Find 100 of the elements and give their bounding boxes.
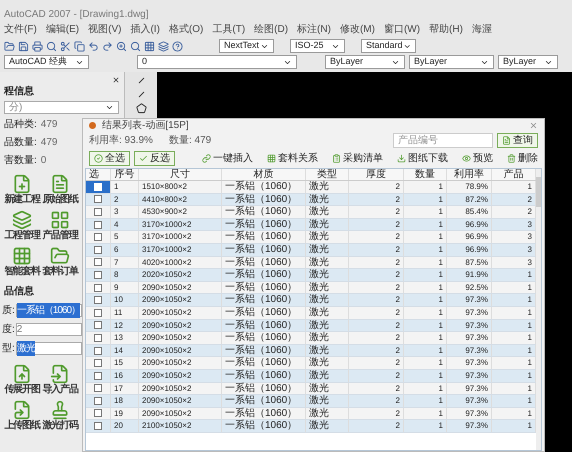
layer-dropdown[interactable]: 0 (137, 55, 297, 69)
table-cell: 激光 (306, 256, 349, 268)
table-cell: 78.9% (447, 181, 492, 193)
tool-button[interactable]: 传展开图 (2, 364, 42, 396)
table-cell: 1 (404, 194, 447, 206)
table-row[interactable]: 5 3170×1000×2 一系铝（1060） 激光 2 1 96.9% 3 (86, 231, 536, 244)
table-cell: 一系铝（1060） (222, 294, 306, 306)
menu-item[interactable]: 视图(V) (88, 22, 122, 36)
table-style-dropdown[interactable]: Standard (361, 39, 416, 53)
table-row[interactable]: 11 2090×1050×2 一系铝（1060） 激光 2 1 97.3% 1 (86, 306, 536, 320)
toolbar-button[interactable]: 预览 (462, 150, 493, 166)
column-header[interactable]: 数量 (404, 169, 447, 180)
menu-item[interactable]: 编辑(E) (46, 22, 80, 36)
table-row[interactable]: 20 2100×1050×2 一系铝（1060） 激光 2 1 97.3% 1 (86, 420, 536, 433)
menu-item[interactable]: 绘图(D) (254, 22, 288, 36)
input-field[interactable]: 激光 (16, 342, 82, 355)
table-cell: 激光 (306, 244, 349, 256)
tool-button[interactable]: 产品管理 (40, 210, 80, 242)
table-cell: 一系铝（1060） (222, 244, 306, 256)
table-cell: 激光 (306, 395, 349, 407)
toolbar-button[interactable]: 图纸下载 (397, 150, 448, 166)
table-row[interactable]: 16 2090×1050×2 一系铝（1060） 激光 2 1 97.3% 1 (86, 370, 536, 382)
stat-label: 品数量: (4, 136, 37, 150)
color-dropdown[interactable]: ByLayer (325, 55, 405, 69)
column-header[interactable]: 尺寸 (139, 169, 222, 180)
menu-item[interactable]: 格式(O) (168, 22, 204, 36)
table-cell: 3 (111, 206, 139, 218)
toolbar-button[interactable]: 采购清单 (332, 150, 383, 166)
toolbar-button[interactable]: 一键插入 (202, 150, 253, 166)
table-row[interactable]: 7 4020×1000×2 一系铝（1060） 激光 2 1 87.5% 3 (86, 256, 536, 270)
column-header[interactable]: 材质 (222, 169, 306, 180)
menu-item[interactable]: 修改(M) (340, 22, 375, 36)
table-cell: 96.9% (447, 218, 492, 230)
table-row[interactable]: 12 2090×1050×2 一系铝（1060） 激光 2 1 97.3% 1 (86, 320, 536, 332)
table-row[interactable]: 13 2090×1050×2 一系铝（1060） 激光 2 1 97.3% 1 (86, 332, 536, 345)
table-row[interactable]: 8 2020×1050×2 一系铝（1060） 激光 2 1 91.9% 1 (86, 269, 536, 282)
column-header[interactable]: 类型 (306, 169, 349, 180)
table-row[interactable]: 15 2090×1050×2 一系铝（1060） 激光 2 1 97.3% 1 (86, 357, 536, 370)
menu-item[interactable]: 工具(T) (212, 22, 246, 36)
table-cell: 一系铝（1060） (222, 282, 306, 294)
table-row[interactable]: 18 2090×1050×2 一系铝（1060） 激光 2 1 97.3% 1 (86, 395, 536, 408)
table-row[interactable]: 2 4410×800×2 一系铝（1060） 激光 2 1 87.2% 2 (86, 194, 536, 206)
table-row[interactable]: 6 3170×1000×2 一系铝（1060） 激光 2 1 96.9% 3 (86, 244, 536, 257)
table-cell: 11 (111, 306, 139, 319)
table-cell: 7 (111, 256, 139, 268)
tool-button[interactable]: 激光打码 (40, 400, 80, 432)
table-row[interactable]: 1 1510×800×2 一系铝（1060） 激光 2 1 78.9% 1 (86, 181, 536, 194)
table-cell: 2 (349, 357, 404, 369)
search-field[interactable]: 产品编号 (393, 133, 493, 148)
table-cell: 1510×800×2 (139, 181, 222, 193)
toolbar-button[interactable]: 删除 (507, 150, 538, 166)
table-row[interactable]: 14 2090×1050×2 一系铝（1060） 激光 2 1 97.3% 1 (86, 344, 536, 358)
toolbar-button[interactable]: 套料关系 (267, 150, 318, 166)
project-dropdown[interactable]: 分) (4, 101, 119, 114)
tool-button[interactable]: 工程管理 (2, 210, 42, 242)
table-row[interactable]: 3 4530×900×2 一系铝（1060） 激光 2 1 85.4% 2 (86, 206, 536, 219)
query-button[interactable]: 查询 (497, 133, 538, 148)
column-header[interactable]: 选 (86, 169, 111, 180)
table-row[interactable]: 17 2090×1050×2 一系铝（1060） 激光 2 1 97.3% 1 (86, 382, 536, 396)
menu-item[interactable]: 文件(F) (4, 22, 37, 36)
table-cell: 2090×1050×2 (139, 332, 222, 344)
table-cell: 97.3% (447, 382, 492, 394)
table-cell: 1 (404, 206, 447, 218)
select-button[interactable]: 全选 (89, 150, 130, 166)
table-cell: 一系铝（1060） (222, 181, 306, 193)
input-field[interactable]: 一系铝（1060） (16, 304, 82, 317)
table-cell: 2 (349, 282, 404, 294)
workspace-dropdown[interactable]: AutoCAD 经典 (4, 55, 89, 69)
text-style-dropdown[interactable]: NextText (219, 39, 274, 53)
table-row[interactable]: 19 2090×1050×2 一系铝（1060） 激光 2 1 97.3% 1 (86, 408, 536, 420)
table-cell: 2090×1050×2 (139, 408, 222, 420)
menu-item[interactable]: 帮助(H) (429, 22, 463, 36)
table-cell: 2 (349, 344, 404, 356)
input-field[interactable]: 2 (16, 323, 82, 336)
lineweight-dropdown[interactable]: ByLayer (498, 55, 558, 69)
tool-button[interactable]: 智能套料 (2, 246, 42, 278)
table-cell: 2 (349, 420, 404, 432)
table-cell: 2020×1050×2 (139, 269, 222, 281)
tool-button[interactable]: 上传图纸 (2, 400, 42, 432)
linetype-dropdown[interactable]: ByLayer (409, 55, 494, 69)
table-cell: 2090×1050×2 (139, 282, 222, 294)
tool-button[interactable]: 导入产品 (40, 364, 80, 396)
menu-item[interactable]: 标注(N) (297, 22, 331, 36)
select-button[interactable]: 反选 (134, 150, 175, 166)
table-row[interactable]: 9 2090×1050×2 一系铝（1060） 激光 2 1 92.5% 1 (86, 282, 536, 294)
table-cell: 一系铝（1060） (222, 420, 306, 432)
menu-item[interactable]: 海渥 (472, 22, 492, 36)
menu-item[interactable]: 窗口(W) (384, 22, 420, 36)
tool-button[interactable]: 原始图纸 (40, 174, 80, 206)
table-cell: 1 (404, 181, 447, 193)
table-cell: 2 (349, 395, 404, 407)
table-cell: 一系铝（1060） (222, 194, 306, 206)
table-row[interactable]: 10 2090×1050×2 一系铝（1060） 激光 2 1 97.3% 1 (86, 294, 536, 307)
table-cell: 2090×1050×2 (139, 344, 222, 356)
table-cell: 16 (111, 370, 139, 382)
tool-button[interactable]: 套料订单 (40, 246, 80, 278)
dim-style-dropdown[interactable]: ISO-25 (290, 39, 345, 53)
menu-item[interactable]: 插入(I) (130, 22, 160, 36)
table-row[interactable]: 4 3170×1000×2 一系铝（1060） 激光 2 1 96.9% 3 (86, 218, 536, 232)
tool-button[interactable]: 新建工程 (2, 174, 42, 206)
